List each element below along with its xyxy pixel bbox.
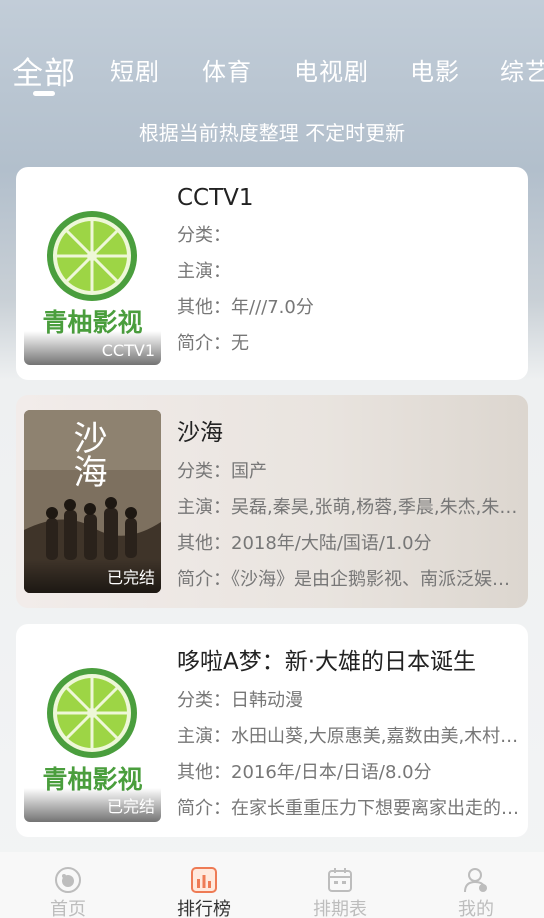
poster-image: 青柚影视 CCTV1 xyxy=(24,199,161,365)
poster-title-text: 沙海 xyxy=(67,420,107,488)
tab-movies[interactable]: 电影 xyxy=(410,52,460,87)
home-icon xyxy=(55,867,81,893)
poster-badge: 已完结 xyxy=(106,568,155,587)
item-cast: 主演： xyxy=(177,261,231,282)
tab-tv-series[interactable]: 电视剧 xyxy=(294,52,369,87)
tab-variety[interactable]: 综艺 xyxy=(500,52,544,87)
item-cast: 主演：水田山葵,大原惠美,嘉数由美,木村… xyxy=(177,726,519,747)
item-intro: 简介：《沙海》是由企鹅影视、南派泛娱… xyxy=(177,569,510,590)
item-intro: 简介：无 xyxy=(177,333,249,354)
poster-badge: 已完结 xyxy=(106,797,155,816)
item-cast: 主演：吴磊,秦昊,张萌,杨蓉,季晨,朱杰,朱… xyxy=(177,497,518,518)
item-title: CCTV1 xyxy=(177,185,254,211)
nav-home[interactable]: 首页 xyxy=(0,852,136,918)
item-info: CCTV1 分类： 主演： 其他：年///7.0分 简介：无 xyxy=(177,185,520,355)
nav-schedule[interactable]: 排期表 xyxy=(272,852,408,918)
item-category: 分类： xyxy=(177,225,231,246)
poster-image: 青柚影视 已完结 xyxy=(24,656,161,822)
item-info: 哆啦A梦：新·大雄的日本诞生 分类：日韩动漫 主演：水田山葵,大原惠美,嘉数由美… xyxy=(177,642,520,820)
nav-ranking[interactable]: 排行榜 xyxy=(136,852,272,918)
profile-icon xyxy=(464,868,487,893)
nav-schedule-label: 排期表 xyxy=(313,899,367,918)
item-info: 沙海 分类：国产 主演：吴磊,秦昊,张萌,杨蓉,季晨,朱杰,朱… 其他：2018… xyxy=(177,413,520,591)
category-tabs: 全部 短剧 体育 电视剧 电影 综艺 xyxy=(0,44,544,96)
tab-sports[interactable]: 体育 xyxy=(202,52,252,87)
nav-profile[interactable]: 我的 xyxy=(408,852,544,918)
nav-ranking-label: 排行榜 xyxy=(177,899,231,918)
item-other: 其他：2018年/大陆/国语/1.0分 xyxy=(177,533,432,554)
nav-home-label: 首页 xyxy=(50,899,86,918)
list-item[interactable]: 沙海 已完结 沙海 分类：国产 主演：吴磊,秦昊,张萌,杨蓉,季晨,朱杰,朱… … xyxy=(16,395,528,608)
item-title: 哆啦A梦：新·大雄的日本诞生 xyxy=(177,649,477,675)
item-other: 其他：2016年/日本/日语/8.0分 xyxy=(177,762,432,783)
active-tab-indicator xyxy=(33,91,55,96)
item-category: 分类：日韩动漫 xyxy=(177,690,303,711)
item-other: 其他：年///7.0分 xyxy=(177,297,314,318)
item-title: 沙海 xyxy=(177,420,223,446)
bottom-navigation: 首页 排行榜 排期表 我的 xyxy=(0,852,544,918)
list-item[interactable]: 青柚影视 已完结 哆啦A梦：新·大雄的日本诞生 分类：日韩动漫 主演：水田山葵,… xyxy=(16,624,528,837)
tab-all[interactable]: 全部 xyxy=(12,48,76,93)
ranking-icon xyxy=(191,867,217,893)
poster-badge: CCTV1 xyxy=(101,341,155,360)
poster-image: 沙海 已完结 xyxy=(24,410,161,593)
nav-profile-label: 我的 xyxy=(458,899,494,918)
tab-short-drama[interactable]: 短剧 xyxy=(110,52,160,87)
item-category: 分类：国产 xyxy=(177,461,267,482)
ranking-subtitle: 根据当前热度整理 不定时更新 xyxy=(138,121,406,145)
list-item[interactable]: 青柚影视 CCTV1 CCTV1 分类： 主演： 其他：年///7.0分 简介：… xyxy=(16,167,528,380)
item-intro: 简介：在家长重重压力下想要离家出走的… xyxy=(177,798,519,819)
calendar-icon xyxy=(328,868,352,892)
